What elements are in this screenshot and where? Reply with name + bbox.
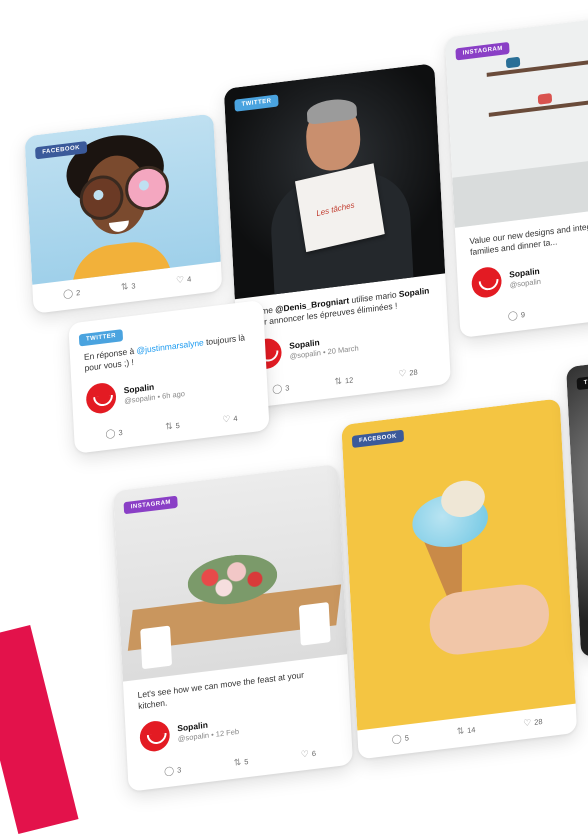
badge-twitter: TWITTER bbox=[78, 329, 124, 347]
post-card-instagram-kitchen[interactable]: INSTAGRAM Value our new designs and inte… bbox=[444, 12, 588, 338]
retweet-icon: ⇅ bbox=[120, 281, 129, 292]
like-stat[interactable]: ♡ 28 bbox=[523, 716, 543, 729]
sopalin-logo bbox=[85, 381, 117, 416]
comment-icon: ◯ bbox=[105, 427, 116, 439]
like-stat[interactable]: ♡ 6 bbox=[301, 748, 317, 761]
badge-tiktok: TIKTOK bbox=[576, 373, 588, 391]
heart-icon: ♡ bbox=[398, 367, 407, 379]
comment-icon: ◯ bbox=[163, 765, 175, 777]
post-card-twitter-reply[interactable]: TWITTER En réponse à @justinmarsalyne to… bbox=[68, 299, 270, 454]
comment-icon: ◯ bbox=[507, 309, 519, 321]
heart-icon: ♡ bbox=[222, 413, 231, 425]
post-image-icecream: FACEBOOK bbox=[341, 398, 576, 731]
retweet-stat[interactable]: ⇅ 12 bbox=[334, 374, 353, 387]
comment-stat[interactable]: ◯ 9 bbox=[508, 309, 526, 322]
post-image-donuts: FACEBOOK bbox=[24, 113, 221, 285]
comment-stat[interactable]: ◯ 5 bbox=[392, 732, 410, 745]
badge-twitter: TWITTER bbox=[234, 94, 279, 112]
like-stat[interactable]: ♡ 4 bbox=[176, 273, 192, 286]
post-card-instagram-dining[interactable]: INSTAGRAM Let's see how we can move the … bbox=[112, 463, 354, 792]
post-card-facebook-donuts[interactable]: FACEBOOK ◯ 2 ⇅ 3 ♡ 4 bbox=[24, 113, 223, 314]
badge-instagram: INSTAGRAM bbox=[455, 41, 511, 61]
retweet-stat[interactable]: ⇅ 5 bbox=[165, 420, 180, 433]
heart-icon: ♡ bbox=[522, 717, 532, 729]
comment-stat[interactable]: ◯ 3 bbox=[105, 427, 123, 440]
heart-icon: ♡ bbox=[300, 748, 310, 760]
comment-stat[interactable]: ◯ 3 bbox=[164, 764, 182, 777]
retweet-icon: ⇅ bbox=[233, 756, 242, 768]
retweet-icon: ⇅ bbox=[456, 725, 465, 737]
retweet-icon: ⇅ bbox=[164, 420, 173, 432]
retweet-stat[interactable]: ⇅ 5 bbox=[233, 756, 248, 769]
retweet-stat[interactable]: ⇅ 14 bbox=[456, 724, 475, 737]
comment-stat[interactable]: ◯ 2 bbox=[63, 287, 81, 300]
post-image-dining: INSTAGRAM bbox=[112, 463, 348, 682]
sopalin-logo bbox=[139, 719, 171, 753]
badge-instagram: INSTAGRAM bbox=[123, 495, 179, 515]
post-image-man: TWITTER Les tâches bbox=[223, 63, 446, 300]
badge-facebook: FACEBOOK bbox=[351, 429, 405, 448]
like-stat[interactable]: ♡ 28 bbox=[398, 366, 418, 379]
post-image-kitchen: INSTAGRAM bbox=[444, 12, 588, 228]
comment-icon: ◯ bbox=[271, 383, 283, 395]
heart-icon: ♡ bbox=[175, 274, 185, 286]
like-stat[interactable]: ♡ 4 bbox=[222, 413, 238, 426]
sopalin-logo bbox=[470, 265, 503, 300]
retweet-icon: ⇅ bbox=[334, 375, 343, 387]
comment-icon: ◯ bbox=[62, 287, 74, 300]
comment-icon: ◯ bbox=[391, 733, 403, 745]
post-card-facebook-icecream[interactable]: FACEBOOK ◯ 5 ⇅ 14 ♡ 28 bbox=[341, 398, 578, 760]
retweet-stat[interactable]: ⇅ 3 bbox=[121, 280, 136, 293]
social-wall: FACEBOOK ◯2 ⇅3 ♡4 TWITTER Les tâches Mêm… bbox=[0, 0, 588, 835]
comment-stat[interactable]: ◯ 3 bbox=[272, 382, 290, 395]
